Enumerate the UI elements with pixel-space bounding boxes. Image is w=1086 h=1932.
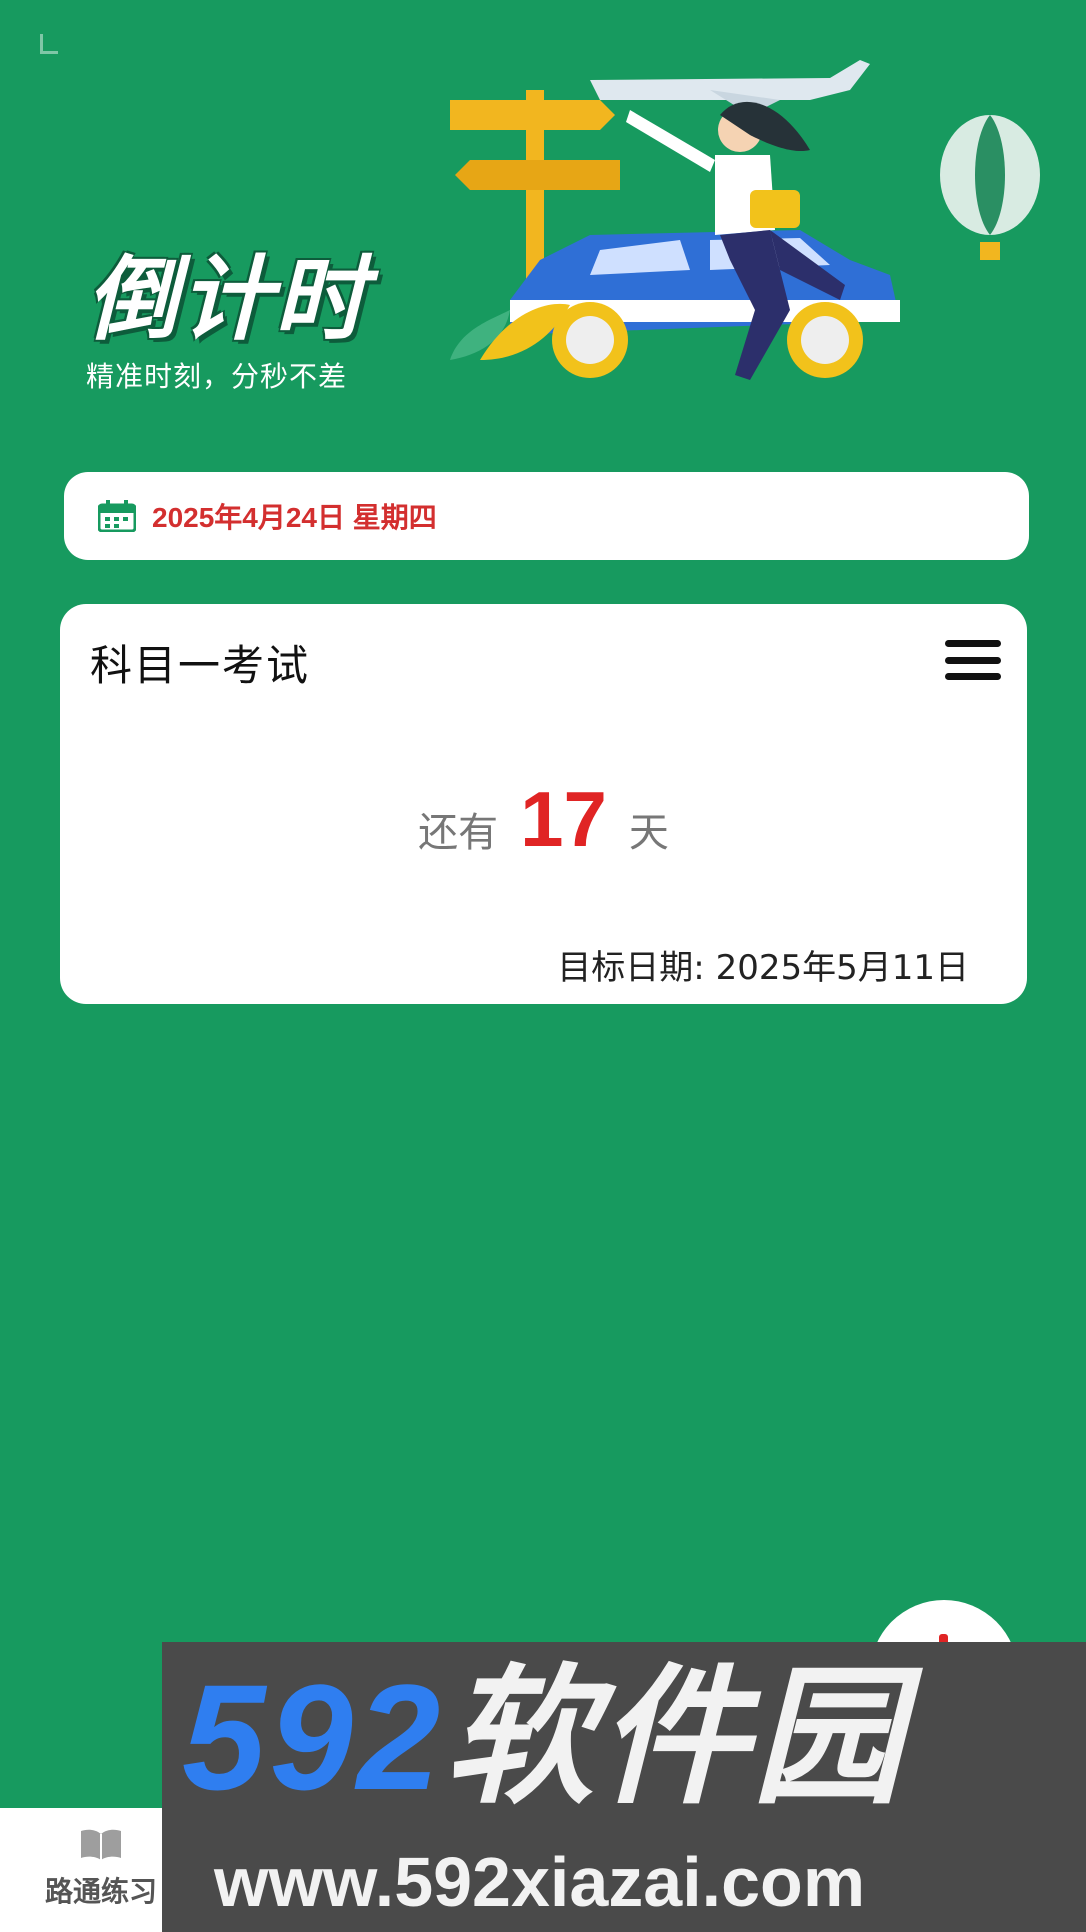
watermark-digits: 592 — [182, 1653, 445, 1821]
hot-air-balloon-icon — [940, 115, 1040, 260]
menu-icon[interactable] — [945, 640, 1001, 680]
book-icon — [81, 1829, 121, 1860]
menu-icon-line — [945, 640, 1001, 647]
days-remaining-number: 17 — [520, 775, 607, 863]
nav-item-practice[interactable]: 路通练习 — [26, 1828, 176, 1910]
countdown-title: 科目一考试 — [90, 641, 311, 690]
corner-mark-icon — [40, 34, 58, 54]
app-screen: 倒计时 精准时刻，分秒不差 2025年4月24日 星期四 科目一考试 还有 17… — [0, 0, 1086, 1932]
days-remaining-prefix: 还有 — [418, 810, 499, 856]
nav-item-label: 路通练习 — [44, 1875, 157, 1908]
page-title: 倒计时 — [86, 246, 369, 353]
days-remaining-suffix: 天 — [628, 810, 669, 856]
car-icon — [510, 230, 900, 378]
menu-icon-line — [945, 656, 1001, 664]
menu-icon-line — [945, 673, 1001, 680]
target-date: 目标日期: 2025年5月11日 — [557, 948, 969, 988]
countdown-card[interactable]: 科目一考试 还有 17 天 目标日期: 2025年5月11日 — [60, 604, 1027, 1004]
today-date-text: 2025年4月24日 星期四 — [152, 502, 437, 533]
page-subtitle: 精准时刻，分秒不差 — [86, 360, 348, 393]
calendar-icon — [98, 500, 136, 532]
watermark-brand-text: 软件园 — [444, 1653, 907, 1821]
watermark-url: www.592xiazai.com — [214, 1843, 866, 1921]
today-date-card: 2025年4月24日 星期四 — [64, 472, 1029, 560]
hero-illustration — [450, 60, 1040, 380]
watermark-logo: 592软件园 — [182, 1662, 906, 1812]
days-remaining: 还有 17 天 — [60, 774, 1027, 865]
watermark-overlay: 592软件园 www.592xiazai.com — [162, 1642, 1086, 1932]
